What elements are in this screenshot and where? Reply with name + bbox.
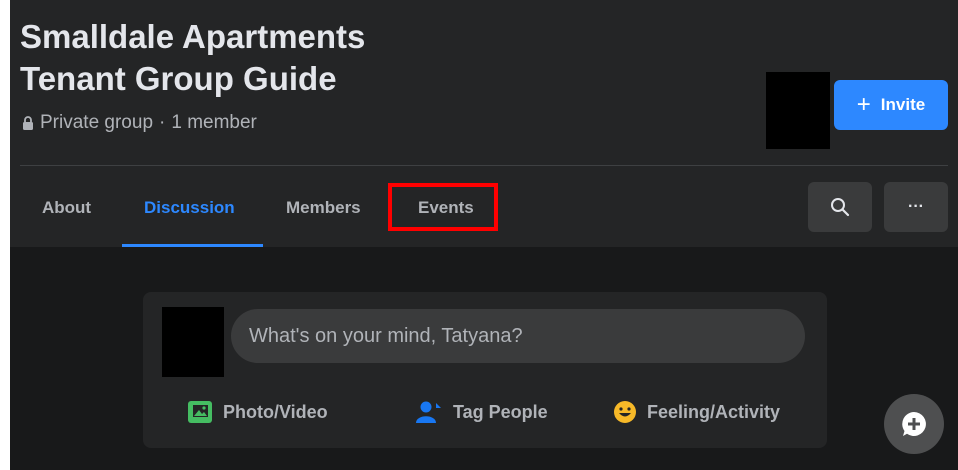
post-composer: What's on your mind, Tatyana? Photo/Vide…: [143, 292, 827, 448]
group-meta: Private group · 1 member: [22, 112, 257, 134]
member-avatar[interactable]: [766, 72, 830, 149]
post-input-placeholder: What's on your mind, Tatyana?: [249, 324, 523, 347]
invite-label: Invite: [880, 95, 926, 114]
tab-about[interactable]: About: [42, 198, 91, 218]
feeling-icon: [614, 401, 636, 423]
lock-icon: [23, 116, 33, 130]
search-button[interactable]: [808, 182, 872, 232]
group-title[interactable]: Smalldale Apartments Tenant Group Guide: [20, 16, 580, 100]
active-tab-indicator: [122, 244, 263, 247]
feeling-activity-button[interactable]: Feeling/Activity: [613, 397, 780, 427]
tab-members[interactable]: Members: [286, 198, 361, 218]
invite-button[interactable]: + Invite: [834, 80, 948, 130]
photo-video-icon: [188, 401, 212, 423]
more-icon: ···: [908, 198, 924, 215]
tag-people-icon: [416, 401, 441, 423]
more-options-button[interactable]: ···: [884, 182, 948, 232]
group-title-line-1: Smalldale Apartments: [20, 18, 366, 55]
tag-people-button[interactable]: Tag People: [415, 397, 548, 427]
tab-discussion[interactable]: Discussion: [144, 198, 235, 218]
photo-video-button[interactable]: Photo/Video: [187, 397, 328, 427]
group-page: Smalldale Apartments Tenant Group Guide …: [10, 0, 958, 470]
group-header: Smalldale Apartments Tenant Group Guide …: [10, 0, 958, 247]
photo-video-label: Photo/Video: [223, 401, 328, 422]
member-count[interactable]: 1 member: [171, 112, 257, 134]
feeling-activity-label: Feeling/Activity: [647, 401, 781, 422]
tag-people-label: Tag People: [453, 401, 548, 422]
group-title-line-2: Tenant Group Guide: [20, 60, 337, 97]
privacy-label: Private group: [40, 112, 154, 133]
composer-avatar[interactable]: [162, 307, 224, 377]
post-input[interactable]: What's on your mind, Tatyana?: [231, 309, 805, 363]
events-highlight-box: [388, 183, 498, 231]
meta-separator: ·: [159, 112, 166, 133]
compose-plus-icon: [902, 412, 926, 436]
search-icon: [831, 198, 850, 217]
plus-icon: +: [856, 91, 871, 118]
header-divider: [20, 165, 948, 166]
new-message-button[interactable]: [884, 394, 944, 454]
